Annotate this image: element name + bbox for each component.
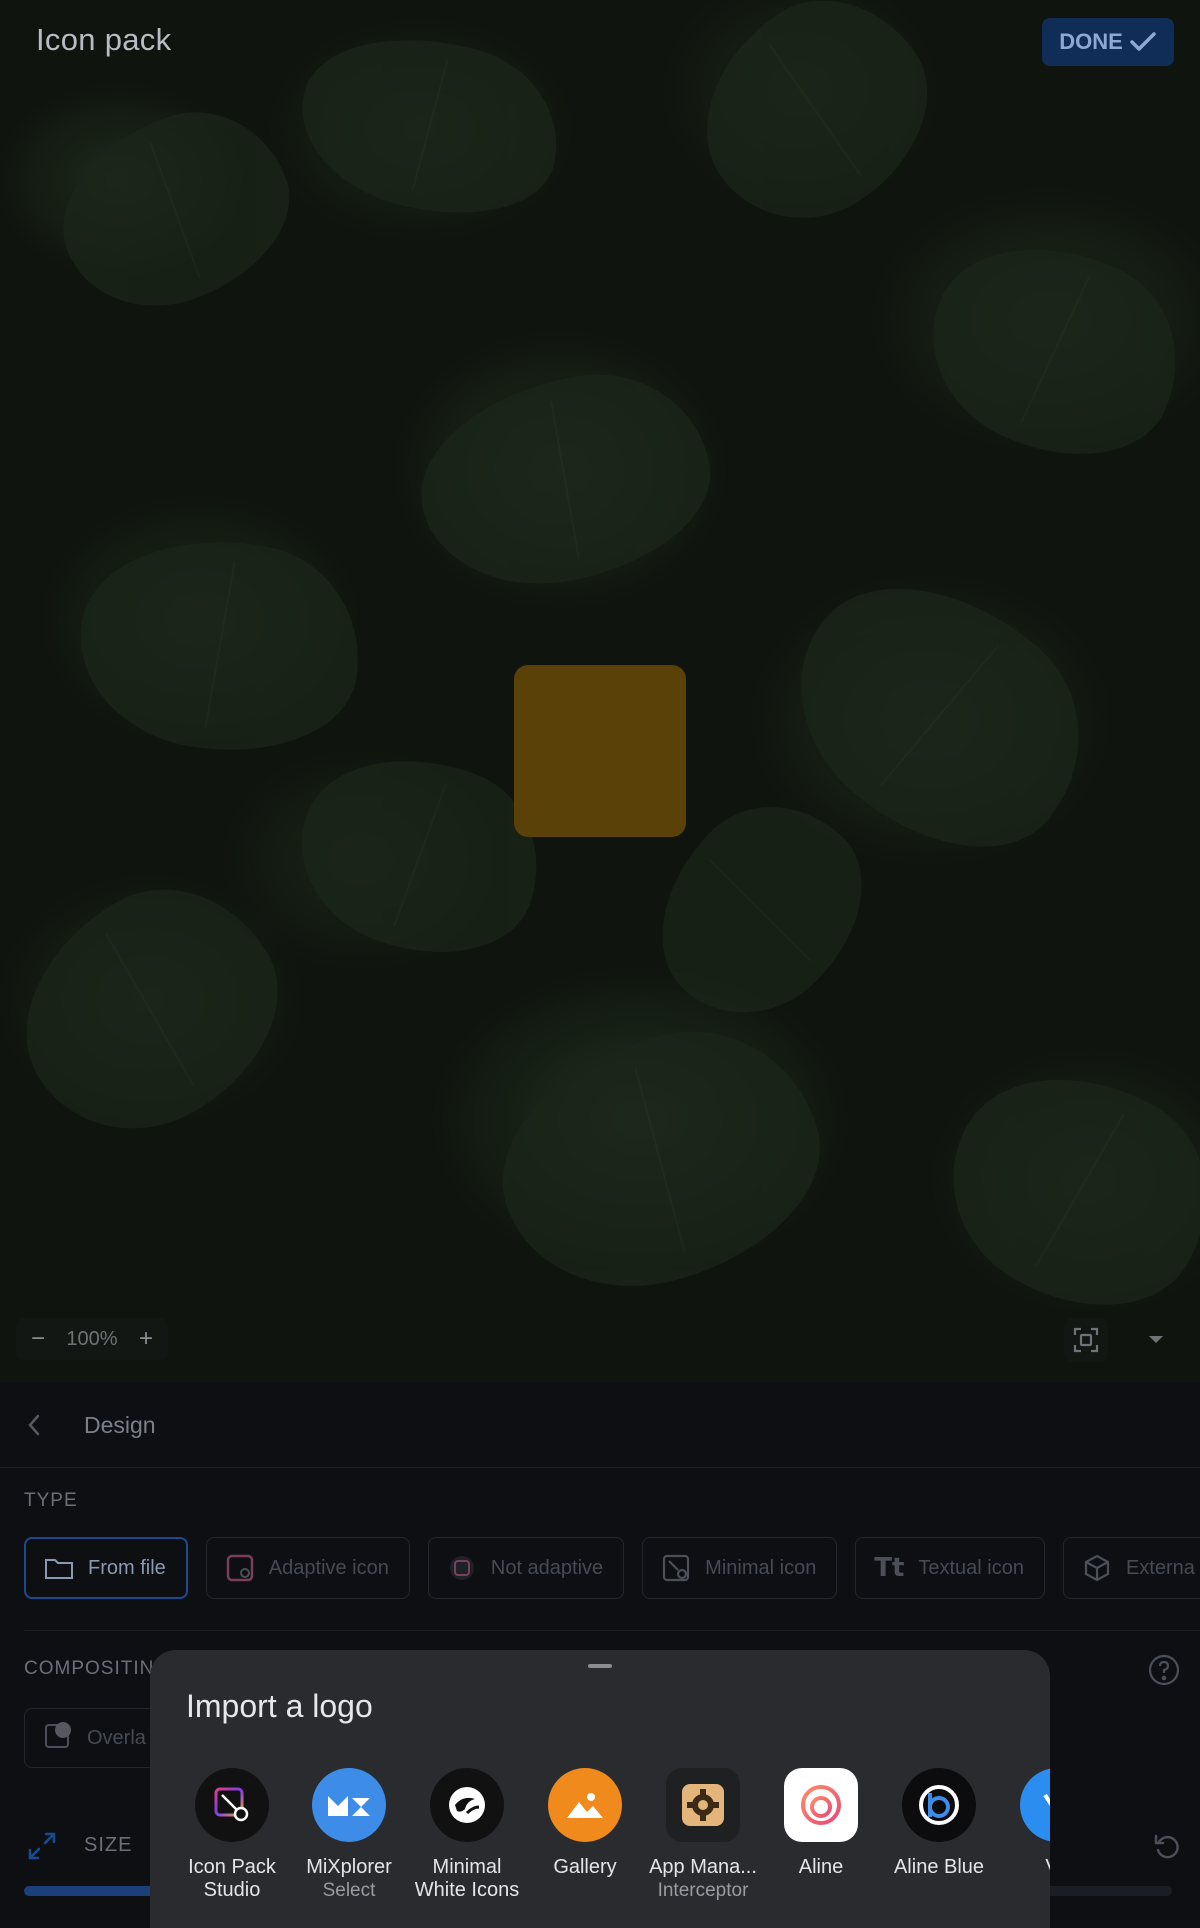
app-minimal-white-icons[interactable]: Minimal White Icons: [408, 1768, 526, 1902]
app-subtitle: Interceptor: [657, 1880, 749, 1901]
background-leaf: [899, 206, 1200, 494]
chip-label: Textual icon: [918, 1556, 1024, 1579]
fit-screen-icon[interactable]: [1064, 1318, 1108, 1362]
type-option-from-file[interactable]: From file: [24, 1537, 188, 1599]
folder-icon: [44, 1553, 74, 1583]
reset-icon[interactable]: [1152, 1830, 1184, 1862]
chip-label: Externa: [1125, 1556, 1195, 1579]
app-root: Icon pack DONE − 100% + Design TYPE From…: [0, 0, 1200, 1928]
done-label: DONE: [1059, 29, 1123, 54]
background-leaf: [36, 86, 314, 334]
not-adaptive-icon: [447, 1553, 477, 1583]
app-partial[interactable]: Ve: [998, 1768, 1050, 1879]
type-option-textual[interactable]: Tt Textual icon: [855, 1537, 1045, 1599]
panel-header: Design: [0, 1382, 1200, 1468]
app-gallery[interactable]: Gallery: [526, 1768, 644, 1879]
type-option-not-adaptive[interactable]: Not adaptive: [427, 1537, 625, 1599]
app-name-line2: White Icons: [414, 1879, 520, 1901]
app-name: Aline: [798, 1856, 844, 1878]
divider: [24, 1630, 1200, 1631]
aline-blue-icon: [902, 1768, 976, 1842]
size-section-label: SIZE: [84, 1834, 133, 1856]
icon-pack-studio-icon: [195, 1768, 269, 1842]
compositing-section-label: COMPOSITIN: [24, 1658, 155, 1679]
app-mixplorer[interactable]: MiXplorer Select: [290, 1768, 408, 1902]
app-name: Aline Blue: [893, 1856, 985, 1878]
app-chooser-list: Icon Pack Studio MiXplorer Select Minima…: [150, 1768, 1050, 1928]
minimal-icon: [661, 1553, 691, 1583]
app-subtitle: Select: [322, 1880, 376, 1901]
app-name: Minimal: [432, 1856, 502, 1878]
type-option-minimal[interactable]: Minimal icon: [642, 1537, 838, 1599]
chip-label: Not adaptive: [490, 1556, 604, 1579]
app-aline-blue[interactable]: Aline Blue: [880, 1768, 998, 1879]
done-button[interactable]: DONE: [1042, 18, 1174, 66]
textual-icon: Tt: [874, 1553, 905, 1583]
help-icon[interactable]: [1148, 1654, 1180, 1686]
page-title: Icon pack: [36, 22, 172, 57]
mixplorer-icon: [312, 1768, 386, 1842]
background-leaf: [912, 1029, 1200, 1351]
app-aline[interactable]: Aline: [762, 1768, 880, 1879]
chip-label: Adaptive icon: [268, 1556, 389, 1579]
overlay-icon: [43, 1720, 73, 1756]
minimal-white-icons-icon: [430, 1768, 504, 1842]
app-app-manager[interactable]: App Mana... Interceptor: [644, 1768, 762, 1902]
app-name-line2: Studio: [203, 1879, 261, 1901]
sheet-title: Import a logo: [186, 1688, 373, 1724]
chevron-left-icon[interactable]: [22, 1412, 46, 1438]
sheet-drag-handle[interactable]: [588, 1664, 612, 1668]
panel-title: Design: [84, 1412, 156, 1438]
zoom-level: 100%: [66, 1327, 118, 1350]
overlay-option[interactable]: Overla: [24, 1708, 164, 1768]
app-icon-pack-studio[interactable]: Icon Pack Studio: [173, 1768, 291, 1902]
aline-icon: [784, 1768, 858, 1842]
zoom-plus-icon[interactable]: +: [136, 1325, 156, 1353]
chevron-down-icon[interactable]: [1140, 1326, 1172, 1354]
expand-icon: [26, 1830, 58, 1862]
icon-preview[interactable]: [514, 665, 686, 837]
app-name: Gallery: [553, 1856, 617, 1878]
app-manager-icon: [666, 1768, 740, 1842]
background-leaf: [63, 517, 377, 773]
import-logo-sheet: Import a logo Icon Pack Studio MiXplorer…: [150, 1650, 1050, 1928]
chip-label: From file: [88, 1556, 166, 1579]
background-leaf: [0, 849, 318, 1171]
type-option-external[interactable]: Externa: [1062, 1537, 1200, 1599]
background-leaf: [474, 1002, 846, 1318]
gallery-icon: [548, 1768, 622, 1842]
partial-app-icon: [1020, 1768, 1050, 1842]
zoom-control: − 100% +: [16, 1318, 168, 1360]
type-section-label: TYPE: [24, 1490, 78, 1511]
adaptive-icon: [225, 1553, 255, 1583]
type-option-adaptive[interactable]: Adaptive icon: [205, 1537, 410, 1599]
zoom-minus-icon[interactable]: −: [28, 1325, 48, 1353]
preview-canvas[interactable]: Icon pack DONE − 100% +: [0, 0, 1200, 1382]
cube-icon: [1082, 1553, 1112, 1583]
app-name: Icon Pack: [188, 1856, 276, 1878]
check-icon: [1129, 30, 1157, 54]
app-name: MiXplorer: [306, 1856, 392, 1878]
type-options: From file Adaptive icon Not adaptive Min…: [24, 1537, 1200, 1599]
background-leaf: [404, 356, 726, 604]
chip-label: Minimal icon: [705, 1556, 817, 1579]
background-leaf: [663, 0, 967, 258]
background-leaf: [282, 9, 578, 241]
app-name: App Mana...: [649, 1856, 757, 1878]
chip-label: Overla: [87, 1726, 146, 1749]
app-name: Ve: [1045, 1856, 1050, 1879]
